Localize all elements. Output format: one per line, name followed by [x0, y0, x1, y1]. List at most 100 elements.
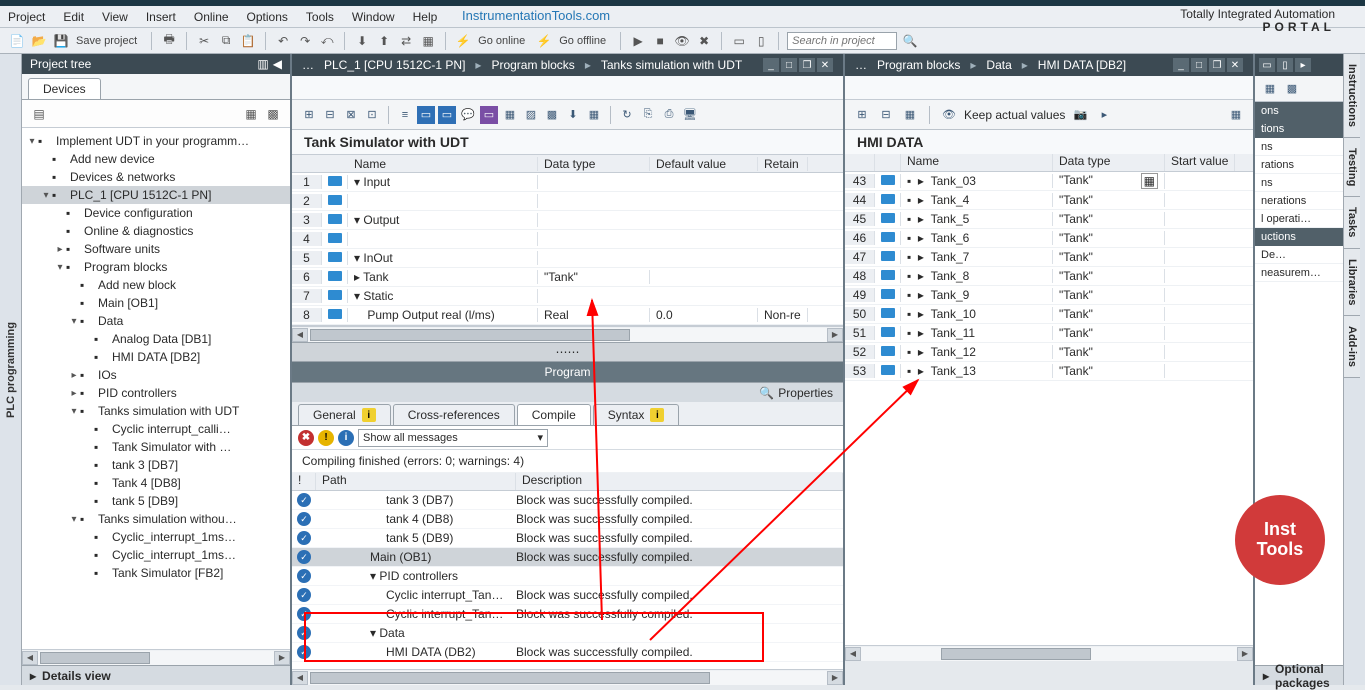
editor-min-icon[interactable]: _ — [763, 58, 779, 72]
db-row[interactable]: 44▪ ▸ Tank_4"Tank" — [845, 191, 1253, 210]
menu-tools[interactable]: Tools — [306, 10, 334, 24]
search-in-project-input[interactable] — [787, 32, 897, 50]
cut-icon[interactable]: ✂ — [195, 32, 213, 50]
compile-icon[interactable]: ▦ — [419, 32, 437, 50]
db-row[interactable]: 50▪ ▸ Tank_10"Tank" — [845, 305, 1253, 324]
et-icon[interactable]: ⊞ — [300, 106, 318, 124]
et-icon[interactable]: ▦ — [585, 106, 603, 124]
interface-row[interactable]: 6▸ Tank"Tank" — [292, 268, 843, 287]
details-view-bar[interactable]: ▸ Details view — [22, 665, 290, 685]
et-icon[interactable]: ⎙ — [660, 106, 678, 124]
tree-item[interactable]: ▪tank 5 [DB9] — [22, 492, 290, 510]
keep-actual-values-label[interactable]: Keep actual values — [964, 108, 1065, 122]
download-icon[interactable]: ⬇ — [353, 32, 371, 50]
tree-item[interactable]: ▪Tank 4 [DB8] — [22, 474, 290, 492]
tree-item[interactable]: ▪Analog Data [DB1] — [22, 330, 290, 348]
interface-row[interactable]: 2 — [292, 192, 843, 211]
tab-compile[interactable]: Compile — [517, 404, 591, 425]
split-v-icon[interactable]: ▯ — [752, 32, 770, 50]
compile-row[interactable]: ✓▾ Data — [292, 624, 843, 643]
tree-item[interactable]: ▸▪Software units — [22, 240, 290, 258]
bc-hmi-data[interactable]: HMI DATA [DB2] — [1038, 58, 1126, 72]
tree-scroll-right[interactable]: ▶ — [274, 651, 290, 665]
db-row[interactable]: 53▪ ▸ Tank_13"Tank" — [845, 362, 1253, 381]
db-max-icon[interactable]: □ — [1191, 58, 1207, 72]
sidetab-addins[interactable]: Add-ins — [1344, 316, 1360, 378]
compile-row[interactable]: ✓Cyclic interrupt_Tan…Block was successf… — [292, 605, 843, 624]
compile-row[interactable]: ✓Main (OB1)Block was successfully compil… — [292, 548, 843, 567]
db-row[interactable]: 51▪ ▸ Tank_11"Tank" — [845, 324, 1253, 343]
copy-icon[interactable]: ⧉ — [217, 32, 235, 50]
go-offline-icon[interactable]: ⚡ — [535, 32, 553, 50]
menu-project[interactable]: Project — [8, 10, 45, 24]
save-label[interactable]: Save project — [76, 35, 137, 47]
db-row[interactable]: 52▪ ▸ Tank_12"Tank" — [845, 343, 1253, 362]
stop-cpu-icon[interactable]: ■ — [651, 32, 669, 50]
tree-view2-icon[interactable]: ▩ — [264, 105, 282, 123]
sidetab-testing[interactable]: Testing — [1344, 138, 1360, 197]
print-icon[interactable]: 🖶 — [160, 32, 178, 50]
save-icon[interactable]: 💾 — [52, 32, 70, 50]
compile-row[interactable]: ✓HMI DATA (DB2)Block was successfully co… — [292, 643, 843, 662]
db-row[interactable]: 48▪ ▸ Tank_8"Tank" — [845, 267, 1253, 286]
menu-options[interactable]: Options — [247, 10, 288, 24]
tree-item[interactable]: ▪Device configuration — [22, 204, 290, 222]
monitor-icon[interactable]: 👁 — [673, 32, 691, 50]
go-online-label[interactable]: Go online — [478, 35, 525, 47]
redo-icon[interactable]: ↷ — [296, 32, 314, 50]
open-project-icon[interactable]: 📂 — [30, 32, 48, 50]
compile-row[interactable]: ✓tank 3 (DB7)Block was successfully comp… — [292, 491, 843, 510]
interface-table[interactable]: Name Data type Default value Retain 1▾ I… — [292, 154, 843, 326]
program-section-bar[interactable]: Program — [292, 362, 843, 382]
tab-devices[interactable]: Devices — [28, 78, 101, 99]
tree-item[interactable]: ▾▪Tanks simulation with UDT — [22, 402, 290, 420]
sidetab-libraries[interactable]: Libraries — [1344, 249, 1360, 316]
db-row[interactable]: 45▪ ▸ Tank_5"Tank" — [845, 210, 1253, 229]
et-icon[interactable]: ▭ — [480, 106, 498, 124]
tree-item[interactable]: ▾▪Program blocks — [22, 258, 290, 276]
tree-item[interactable]: ▪Devices & networks — [22, 168, 290, 186]
et-icon[interactable]: 💬 — [459, 106, 477, 124]
et-icon[interactable]: ⎘ — [639, 106, 657, 124]
tree-item[interactable]: ▾▪Implement UDT in your programm… — [22, 132, 290, 150]
db-row[interactable]: 43▪ ▸ Tank_03"Tank" ▦ — [845, 172, 1253, 191]
compile-row[interactable]: ✓▾ PID controllers — [292, 567, 843, 586]
et-icon[interactable]: ≡ — [396, 106, 414, 124]
bc-program-blocks[interactable]: Program blocks — [877, 58, 960, 72]
et-icon[interactable]: ▨ — [522, 106, 540, 124]
db-row[interactable]: 49▪ ▸ Tank_9"Tank" — [845, 286, 1253, 305]
new-project-icon[interactable]: 📄 — [8, 32, 26, 50]
undo-icon[interactable]: ↶ — [274, 32, 292, 50]
menu-help[interactable]: Help — [413, 10, 438, 24]
tree-item[interactable]: ▾▪Tanks simulation withou… — [22, 510, 290, 528]
tree-item[interactable]: ▪tank 3 [DB7] — [22, 456, 290, 474]
sidetab-tasks[interactable]: Tasks — [1344, 197, 1360, 248]
bc-plc[interactable]: PLC_1 [CPU 1512C-1 PN] — [324, 58, 465, 72]
tree-scroll-left[interactable]: ◀ — [22, 651, 38, 665]
db-more-icon[interactable]: ▸ — [1095, 106, 1113, 124]
tab-cross-references[interactable]: Cross-references — [393, 404, 515, 425]
tree-filter-icon[interactable]: ▤ — [30, 105, 48, 123]
sidetab-instructions[interactable]: Instructions — [1344, 54, 1360, 138]
et-icon[interactable]: ⬇ — [564, 106, 582, 124]
db-tb-icon[interactable]: ⊞ — [853, 106, 871, 124]
tree-item[interactable]: ▪Tank Simulator [FB2] — [22, 564, 290, 582]
menu-view[interactable]: View — [102, 10, 128, 24]
tree-item[interactable]: ▪Cyclic_interrupt_1ms… — [22, 528, 290, 546]
tree-item[interactable]: ▪Main [OB1] — [22, 294, 290, 312]
db-tb-icon[interactable]: 👁 — [940, 106, 958, 124]
horizontal-splitter[interactable]: ⋯⋯ — [292, 342, 843, 362]
tree-item[interactable]: ▪Add new device — [22, 150, 290, 168]
split-h-icon[interactable]: ▭ — [730, 32, 748, 50]
et-icon[interactable]: ▭ — [417, 106, 435, 124]
start-cpu-icon[interactable]: ▶ — [629, 32, 647, 50]
compile-row[interactable]: ✓Cyclic interrupt_Tan…Block was successf… — [292, 586, 843, 605]
tree-item[interactable]: ▸▪PID controllers — [22, 384, 290, 402]
menu-insert[interactable]: Insert — [146, 10, 176, 24]
tree-item[interactable]: ▪Tank Simulator with … — [22, 438, 290, 456]
inspector-hscroll[interactable]: ◀▶ — [292, 669, 843, 685]
menu-online[interactable]: Online — [194, 10, 229, 24]
tab-syntax[interactable]: Syntaxi — [593, 404, 680, 425]
upload-icon[interactable]: ⬆ — [375, 32, 393, 50]
tree-item[interactable]: ▾▪Data — [22, 312, 290, 330]
